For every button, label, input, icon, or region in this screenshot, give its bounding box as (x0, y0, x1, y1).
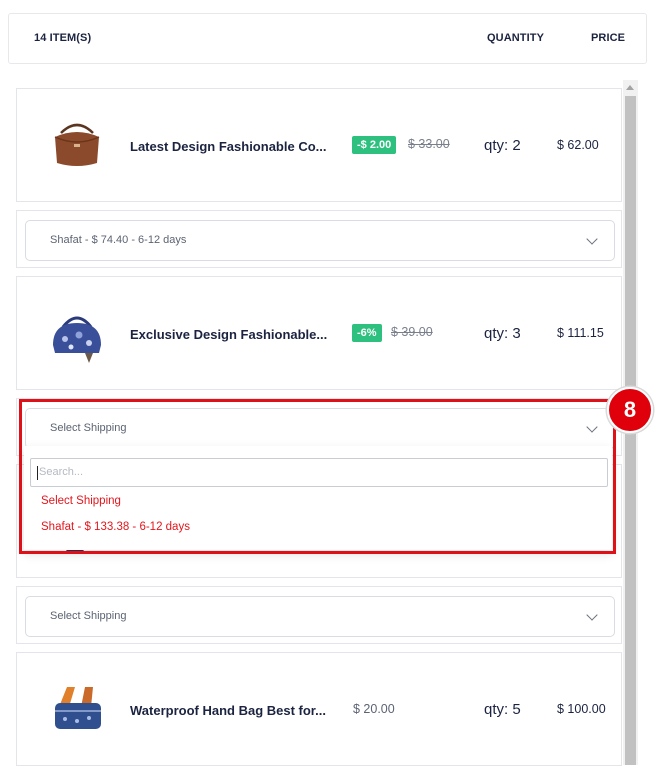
items-count: 14 ITEM(S) (34, 32, 92, 44)
line-total: $ 100.00 (557, 702, 606, 716)
shipping-row: Select Shipping (16, 586, 622, 644)
cart-item: Waterproof Hand Bag Best for... $ 20.00 … (16, 652, 622, 766)
shipping-selected-value: Select Shipping (50, 610, 127, 622)
line-total: $ 111.15 (557, 326, 604, 340)
chevron-down-icon (586, 609, 598, 621)
blue-floral-handbag-icon (53, 316, 101, 363)
chevron-down-icon (586, 233, 598, 245)
line-total: $ 62.00 (557, 138, 599, 152)
cart-header: 14 ITEM(S) QUANTITY PRICE (8, 13, 647, 64)
shipping-row: Shafat - $ 74.40 - 6-12 days (16, 210, 622, 268)
discount-badge: -6% (352, 324, 382, 342)
cart-item: Latest Design Fashionable Co... -$ 2.00 … (16, 88, 622, 202)
product-name[interactable]: Latest Design Fashionable Co... (130, 139, 326, 154)
blue-crossbody-bag-icon (55, 687, 101, 729)
price-column-header: PRICE (591, 32, 626, 44)
unit-price: $ 20.00 (353, 702, 395, 716)
original-price: $ 33.00 (408, 137, 450, 151)
highlight-box (19, 399, 616, 554)
quantity: qty: 3 (484, 325, 521, 342)
product-name[interactable]: Waterproof Hand Bag Best for... (130, 703, 326, 718)
original-price: $ 39.00 (391, 325, 433, 339)
quantity: qty: 2 (484, 137, 521, 154)
discount-badge: -$ 2.00 (352, 136, 397, 154)
quantity: qty: 5 (484, 701, 521, 718)
step-callout-badge: 8 (607, 387, 653, 433)
shipping-selected-value: Shafat - $ 74.40 - 6-12 days (50, 234, 187, 246)
shipping-select[interactable]: Shafat - $ 74.40 - 6-12 days (25, 220, 615, 261)
cart-item: Exclusive Design Fashionable... -6% $ 39… (16, 276, 622, 390)
scroll-up-arrow-icon[interactable] (623, 80, 638, 95)
shipping-select[interactable]: Select Shipping (25, 596, 615, 637)
quantity-column-header: QUANTITY (487, 32, 545, 44)
brown-handbag-icon (54, 123, 100, 166)
product-name[interactable]: Exclusive Design Fashionable... (130, 327, 327, 342)
